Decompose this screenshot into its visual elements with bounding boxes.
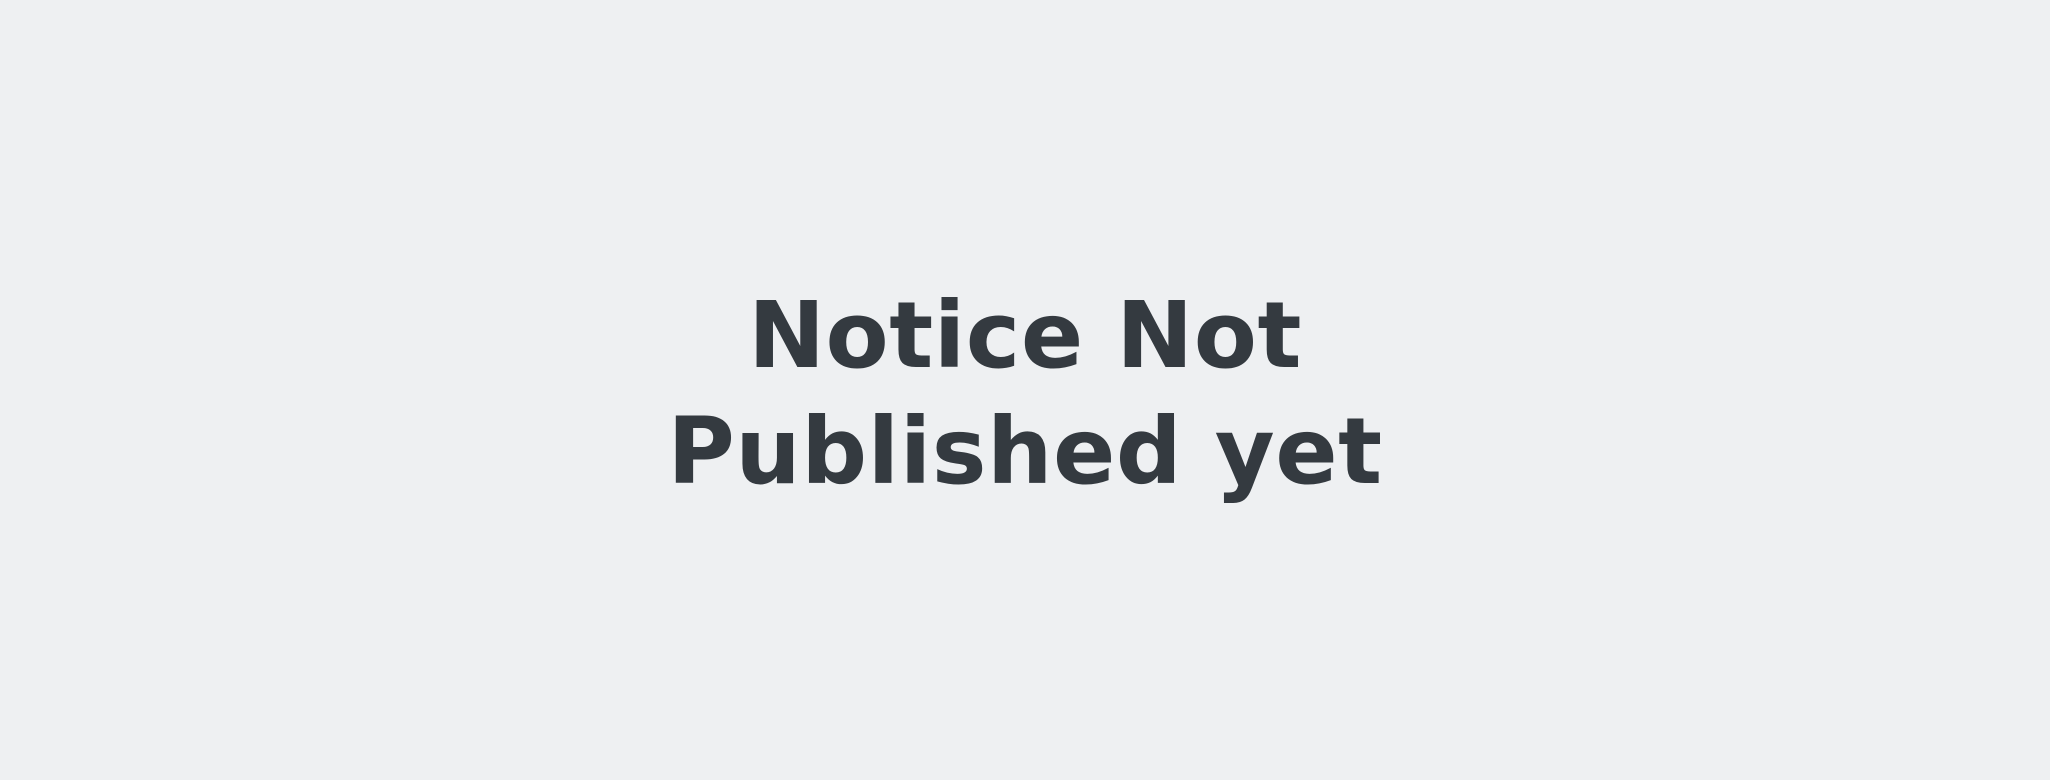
notice-message: Notice Not Published yet bbox=[515, 278, 1535, 510]
notice-message-line-2: Published yet bbox=[667, 398, 1383, 505]
notice-screen: Notice Not Published yet bbox=[0, 0, 2050, 780]
notice-message-line-1: Notice Not bbox=[748, 282, 1302, 389]
